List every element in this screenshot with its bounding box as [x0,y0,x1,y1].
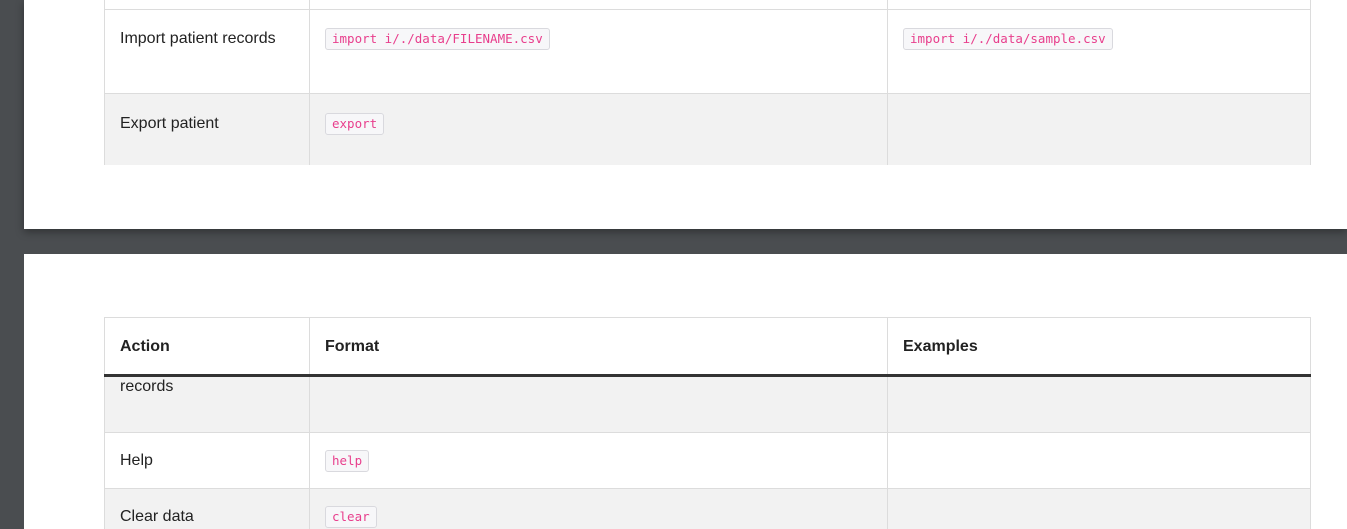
action-cell: Help [104,432,310,489]
table-row: records [104,375,1311,433]
table-row: Clear data clear [104,488,1311,529]
command-summary-table-bottom: Action Format Examples records Help help… [104,317,1311,529]
header-action: Action [104,317,310,376]
example-code: import i/./data/sample.csv [903,28,1113,50]
table-row: Import patient records import i/./data/F… [104,9,1311,94]
document-page-top: Import patient records import i/./data/F… [24,0,1347,229]
header-examples: Examples [887,317,1311,376]
format-code: import i/./data/FILENAME.csv [325,28,550,50]
action-cell: Export patient [104,93,310,171]
example-cell [887,93,1311,171]
example-cell: import i/./data/sample.csv [887,9,1311,94]
format-cell: help [309,432,888,489]
command-summary-table-top: Import patient records import i/./data/F… [104,0,1311,171]
table-header-row: Action Format Examples [104,317,1311,376]
format-cell: export [309,93,888,171]
table-row: Export patient export [104,93,1311,171]
example-cell [887,488,1311,529]
format-cell [309,375,888,433]
format-cell: clear [309,488,888,529]
table-row [104,0,1311,10]
header-format: Format [309,317,888,376]
page-bottom-margin [24,165,1347,229]
example-cell [887,432,1311,489]
action-cell: records [104,375,310,433]
action-text: records [120,378,174,395]
document-page-bottom: Action Format Examples records Help help… [24,254,1347,529]
action-cell: Clear data [104,488,310,529]
format-code: clear [325,506,377,528]
action-cell: Import patient records [104,9,310,94]
format-code: export [325,113,385,135]
table-row: Help help [104,432,1311,489]
format-cell: import i/./data/FILENAME.csv [309,9,888,94]
example-cell [887,375,1311,433]
format-code: help [325,450,370,472]
